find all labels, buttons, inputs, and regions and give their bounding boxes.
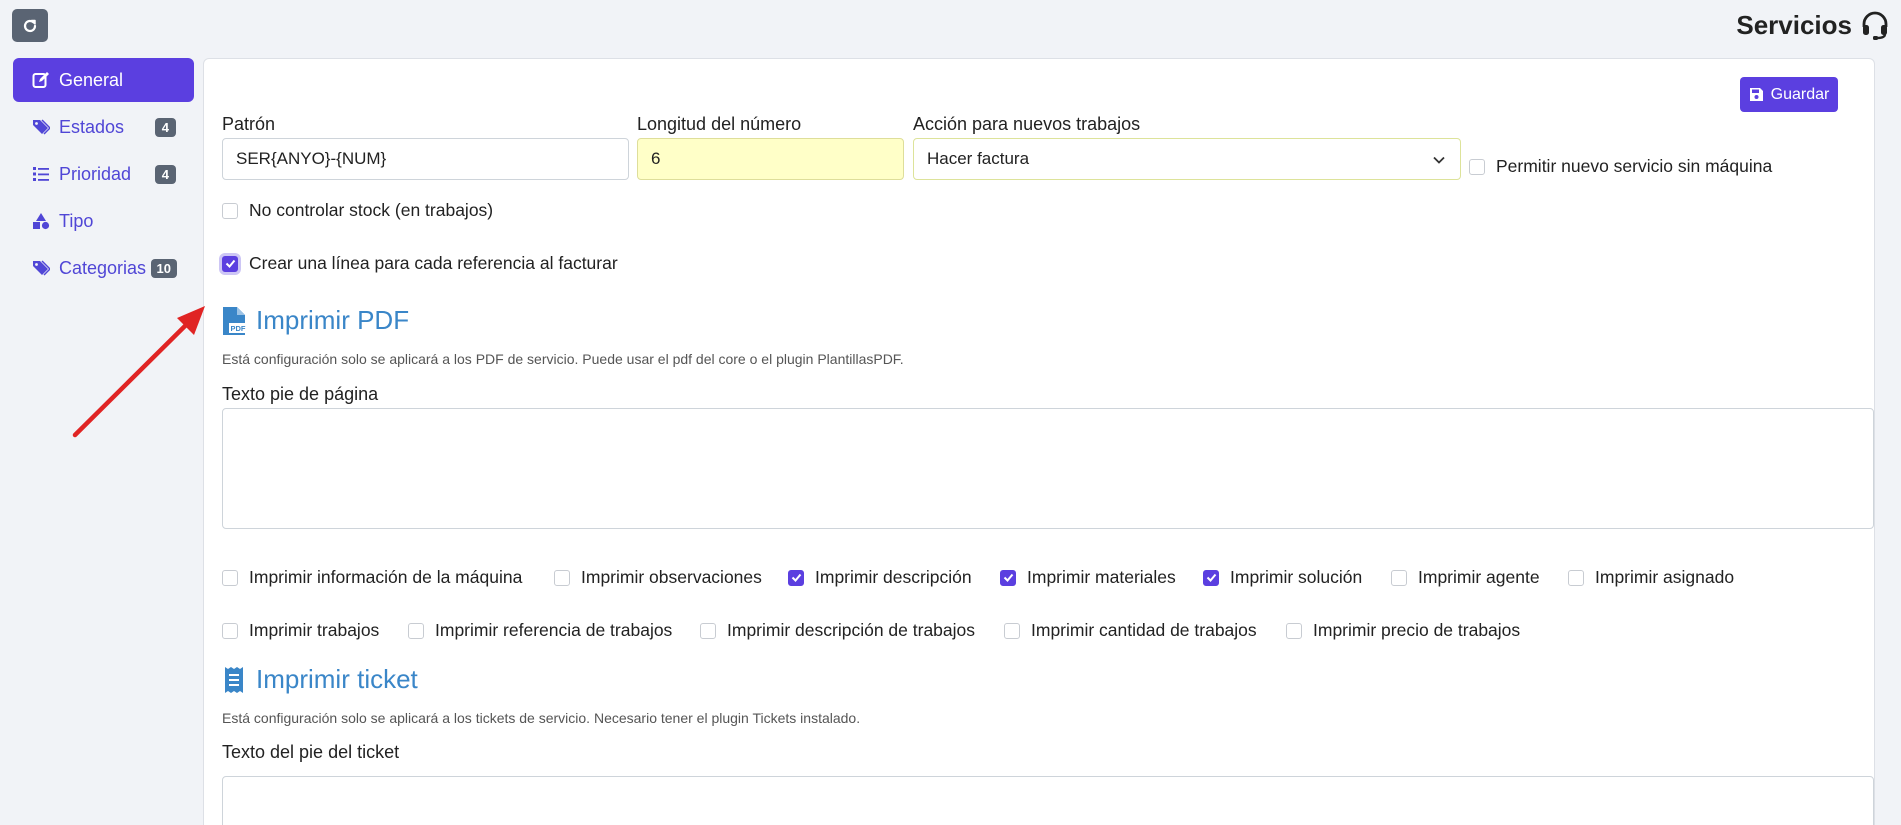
checkbox[interactable] bbox=[788, 569, 804, 586]
checkbox[interactable] bbox=[222, 202, 238, 219]
checkbox[interactable] bbox=[1469, 158, 1485, 175]
sidebar-item-label: Tipo bbox=[59, 210, 94, 231]
checkbox[interactable] bbox=[554, 569, 570, 586]
file-pdf-icon: PDF bbox=[223, 306, 246, 335]
check-icon bbox=[225, 259, 235, 268]
print-solution-checkbox[interactable]: Imprimir solución bbox=[1203, 567, 1362, 588]
refresh-icon bbox=[23, 19, 37, 32]
print-jobs-checkbox[interactable]: Imprimir trabajos bbox=[222, 620, 379, 641]
print-agent-checkbox[interactable]: Imprimir agente bbox=[1391, 567, 1540, 588]
checkbox-label: Imprimir descripción de trabajos bbox=[727, 620, 976, 640]
print-job-quantity-checkbox[interactable]: Imprimir cantidad de trabajos bbox=[1004, 620, 1257, 641]
sidebar-item-label: General bbox=[59, 69, 124, 90]
tags-icon bbox=[32, 259, 50, 277]
sidebar-item-tipo[interactable]: Tipo bbox=[13, 199, 194, 243]
checkbox-label: Imprimir observaciones bbox=[581, 567, 762, 587]
list-ol-icon bbox=[32, 165, 50, 183]
print-assigned-checkbox[interactable]: Imprimir asignado bbox=[1568, 567, 1734, 588]
checkbox-label: Imprimir precio de trabajos bbox=[1313, 620, 1521, 640]
one-line-per-ref-checkbox[interactable]: Crear una línea para cada referencia al … bbox=[222, 253, 618, 274]
checkbox-label: Imprimir asignado bbox=[1595, 567, 1735, 587]
checkbox[interactable] bbox=[222, 622, 238, 639]
ticket-section-title: Imprimir ticket bbox=[222, 664, 418, 695]
save-icon bbox=[1749, 88, 1763, 101]
sidebar-item-label: Estados bbox=[59, 116, 125, 137]
checkbox-label: Imprimir referencia de trabajos bbox=[435, 620, 673, 640]
print-materials-checkbox[interactable]: Imprimir materiales bbox=[1000, 567, 1176, 588]
ticket-help-text: Está configuración solo se aplicará a lo… bbox=[222, 710, 861, 726]
refresh-button[interactable] bbox=[12, 9, 48, 42]
check-icon bbox=[1206, 573, 1216, 582]
checkbox-label: Imprimir descripción bbox=[815, 567, 972, 587]
pdf-section-title: PDF Imprimir PDF bbox=[222, 305, 409, 336]
receipt-icon bbox=[225, 666, 243, 693]
print-job-reference-checkbox[interactable]: Imprimir referencia de trabajos bbox=[408, 620, 672, 641]
print-job-price-checkbox[interactable]: Imprimir precio de trabajos bbox=[1286, 620, 1520, 641]
pattern-input[interactable]: SER{ANYO}-{NUM} bbox=[222, 138, 629, 180]
ticket-footer-label: Texto del pie del ticket bbox=[222, 742, 400, 762]
sidebar-item-prioridad[interactable]: Prioridad 4 bbox=[13, 152, 194, 196]
edit-icon bbox=[32, 71, 50, 89]
pattern-label: Patrón bbox=[222, 114, 276, 134]
checkbox-label: Crear una línea para cada referencia al … bbox=[249, 253, 618, 273]
print-description-checkbox[interactable]: Imprimir descripción bbox=[788, 567, 972, 588]
count-badge: 4 bbox=[154, 165, 176, 184]
chevron-down-icon bbox=[1433, 156, 1445, 164]
no-stock-checkbox[interactable]: No controlar stock (en trabajos) bbox=[222, 200, 493, 221]
headset-icon[interactable] bbox=[1859, 9, 1891, 41]
pdf-help-text: Está configuración solo se aplicará a lo… bbox=[222, 351, 904, 367]
length-label: Longitud del número bbox=[637, 114, 802, 134]
checkbox[interactable] bbox=[408, 622, 424, 639]
length-input[interactable]: 6 bbox=[637, 138, 904, 180]
checkbox-label: Imprimir agente bbox=[1418, 567, 1540, 587]
checkbox[interactable] bbox=[1203, 569, 1219, 586]
ticket-footer-textarea[interactable] bbox=[222, 776, 1874, 825]
pdf-footer-textarea[interactable] bbox=[222, 408, 1874, 529]
count-badge: 4 bbox=[154, 118, 176, 137]
checkbox[interactable] bbox=[1286, 622, 1302, 639]
checkbox[interactable] bbox=[222, 569, 238, 586]
checkbox[interactable] bbox=[700, 622, 716, 639]
sidebar-item-categorias[interactable]: Categorias 10 bbox=[13, 246, 194, 290]
checkbox[interactable] bbox=[1568, 569, 1584, 586]
section-title-text: Imprimir PDF bbox=[256, 305, 410, 335]
settings-card: Guardar Patrón SER{ANYO}-{NUM} Longitud … bbox=[203, 58, 1875, 825]
pdf-footer-label: Texto pie de página bbox=[222, 384, 379, 404]
save-label: Guardar bbox=[1770, 85, 1830, 103]
checkbox[interactable] bbox=[1004, 622, 1020, 639]
checkbox-label: Imprimir solución bbox=[1230, 567, 1363, 587]
checkbox-label: Imprimir materiales bbox=[1027, 567, 1176, 587]
checkbox[interactable] bbox=[1391, 569, 1407, 586]
page-title: Servicios bbox=[1736, 10, 1852, 40]
print-job-description-checkbox[interactable]: Imprimir descripción de trabajos bbox=[700, 620, 975, 641]
print-observations-checkbox[interactable]: Imprimir observaciones bbox=[554, 567, 762, 588]
check-icon bbox=[791, 573, 801, 582]
print-machine-info-checkbox[interactable]: Imprimir información de la máquina bbox=[222, 567, 522, 588]
checkbox[interactable] bbox=[222, 255, 238, 272]
section-title-text: Imprimir ticket bbox=[256, 664, 418, 694]
allow-no-machine-checkbox[interactable]: Permitir nuevo servicio sin máquina bbox=[1469, 156, 1772, 177]
check-icon bbox=[1003, 573, 1013, 582]
checkbox-label: Imprimir trabajos bbox=[249, 620, 380, 640]
sidebar-item-label: Categorias bbox=[59, 257, 147, 278]
sidebar-item-estados[interactable]: Estados 4 bbox=[13, 105, 194, 149]
checkbox-label: Imprimir cantidad de trabajos bbox=[1031, 620, 1257, 640]
svg-text:PDF: PDF bbox=[231, 324, 246, 333]
count-badge: 10 bbox=[150, 259, 177, 278]
checkbox-label: Imprimir información de la máquina bbox=[249, 567, 523, 587]
checkbox[interactable] bbox=[1000, 569, 1016, 586]
action-select[interactable]: Hacer factura bbox=[913, 138, 1461, 180]
sidebar-item-label: Prioridad bbox=[59, 163, 132, 184]
checkbox-label: No controlar stock (en trabajos) bbox=[249, 200, 494, 220]
sidebar-item-general[interactable]: General bbox=[13, 58, 194, 102]
checkbox-label: Permitir nuevo servicio sin máquina bbox=[1496, 156, 1773, 176]
shapes-icon bbox=[32, 212, 50, 230]
action-label: Acción para nuevos trabajos bbox=[913, 114, 1141, 134]
action-select-value: Hacer factura bbox=[927, 149, 1030, 168]
tags-icon bbox=[32, 118, 50, 136]
sidebar: General Estados 4 Prioridad 4 Tipo Categ… bbox=[13, 58, 194, 293]
save-button[interactable]: Guardar bbox=[1740, 77, 1838, 112]
